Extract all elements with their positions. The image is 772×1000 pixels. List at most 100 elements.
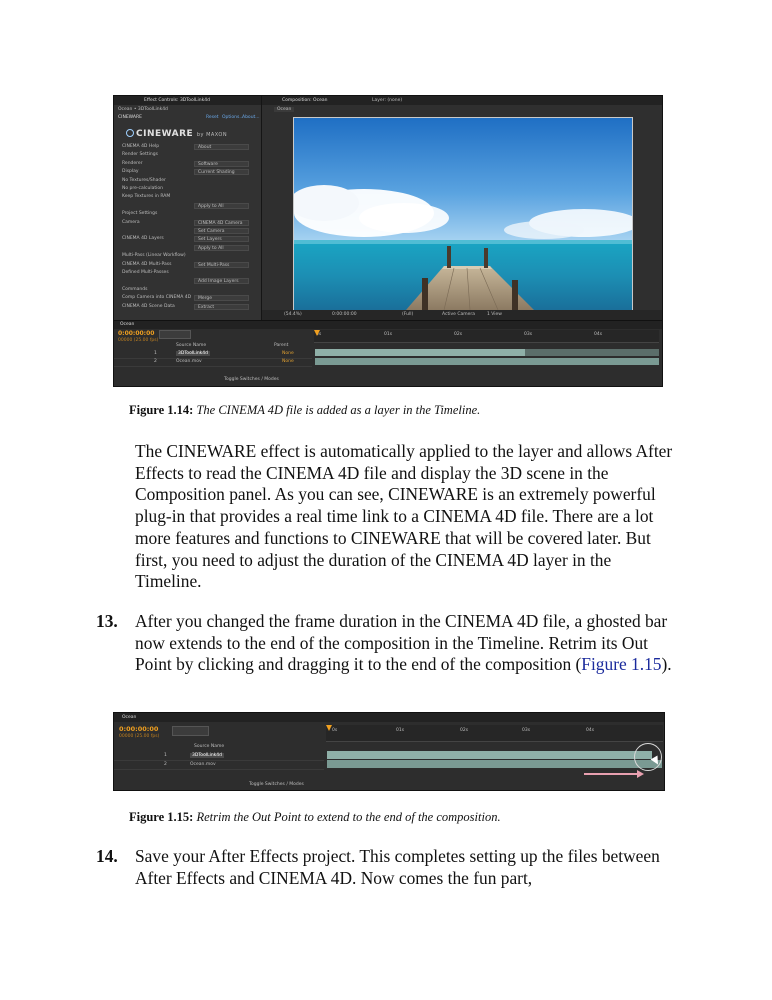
layer-bar-ocean[interactable] <box>327 760 662 768</box>
caption-text: Retrim the Out Point to extend to the en… <box>196 810 501 824</box>
setting-value[interactable]: Apply to All <box>194 244 249 251</box>
setting-row[interactable]: No Textures/Shader <box>122 178 257 185</box>
cineware-logo: CINEWARE by MAXON <box>126 129 227 139</box>
timeline-panel: Ocean 0:00:00:00 00000 (25.00 fps) Sourc… <box>114 320 662 386</box>
setting-row[interactable]: Apply to All <box>122 202 257 210</box>
ruler-label: 0s <box>332 728 338 733</box>
ruler-label: 01s <box>384 332 393 337</box>
setting-row[interactable]: CINEMA 4D Multi-Pass Set Multi-Pass <box>122 261 257 269</box>
layer-name[interactable]: Ocean.mov <box>176 359 202 364</box>
setting-value[interactable]: Set Camera <box>194 228 249 234</box>
cineware-logo-text: CINEWARE <box>136 129 194 139</box>
current-time[interactable]: 0:00:00:00 <box>119 725 158 733</box>
effect-link-reset[interactable]: Reset <box>206 115 219 120</box>
composition-tab[interactable]: Composition: Ocean <box>282 98 327 103</box>
layer-tab[interactable]: Layer: (none) <box>372 98 402 103</box>
layer-parent[interactable]: None <box>282 351 294 356</box>
setting-label: Commands <box>122 286 148 292</box>
layer-name[interactable]: Ocean.mov <box>190 762 216 767</box>
setting-row[interactable]: CINEMA 4D Help About <box>122 144 257 151</box>
time-ruler[interactable] <box>314 330 659 343</box>
composition-tab-bar: Composition: Ocean Layer: (none) <box>262 96 662 105</box>
setting-row[interactable]: CINEMA 4D Layers Set Layers <box>122 236 257 243</box>
step-number: 14. <box>96 846 118 866</box>
layer-parent[interactable]: None <box>282 359 294 364</box>
ghosted-bar[interactable] <box>525 349 659 356</box>
toggle-switches-modes[interactable]: Toggle Switches / Modes <box>249 782 304 787</box>
setting-row[interactable]: Defined Multi-Passes <box>122 270 257 277</box>
composition-viewer[interactable] <box>293 117 633 311</box>
setting-row[interactable]: Apply to All <box>122 244 257 252</box>
layer-number: 1 <box>164 753 167 758</box>
setting-label: CINEMA 4D Layers <box>122 236 164 242</box>
setting-value[interactable]: Software <box>194 160 249 167</box>
setting-value[interactable]: Merge <box>194 295 249 302</box>
search-input[interactable] <box>172 726 209 736</box>
viewer-camera[interactable]: Active Camera <box>442 312 475 317</box>
setting-row[interactable]: Add Image Layers <box>122 278 257 285</box>
layer-bar-3dtoollink[interactable] <box>315 349 525 356</box>
timeline-tab[interactable]: Ocean <box>120 322 134 327</box>
setting-value[interactable]: Set Multi-Pass <box>194 261 249 268</box>
figure-1-15-caption: Figure 1.15: Retrim the Out Point to ext… <box>129 810 501 825</box>
effect-link-about[interactable]: About... <box>242 115 260 120</box>
viewer-resolution[interactable]: (Full) <box>402 312 413 317</box>
timeline-tab-bar: Ocean <box>114 321 662 329</box>
viewer-time[interactable]: 0:00:00:00 <box>332 312 357 317</box>
setting-value[interactable]: Current Shading <box>194 169 249 176</box>
drag-arrow-icon <box>584 773 639 775</box>
viewer-toolbar: (54.4%) 0:00:00:00 (Full) Active Camera … <box>262 310 662 320</box>
setting-row[interactable]: Render Settings <box>122 152 257 159</box>
figure-1-14-caption: Figure 1.14: The CINEMA 4D file is added… <box>129 403 480 418</box>
toggle-switches-modes[interactable]: Toggle Switches / Modes <box>224 377 279 382</box>
setting-value[interactable]: CINEMA 4D Camera <box>194 219 249 226</box>
caption-text: The CINEMA 4D file is added as a layer i… <box>196 403 481 417</box>
viewer-zoom[interactable]: (54.4%) <box>284 312 302 317</box>
setting-row[interactable]: Renderer Software <box>122 160 257 168</box>
setting-row[interactable]: Keep Textures in RAM <box>122 194 257 201</box>
step-13-text: After you changed the frame duration in … <box>135 611 680 676</box>
setting-row[interactable]: Multi-Pass (Linear Workflow) <box>122 253 257 260</box>
composition-subtab[interactable]: Ocean <box>274 107 295 112</box>
setting-row[interactable]: No pre-calculation <box>122 186 257 193</box>
effect-controls-tab[interactable]: Effect Controls: 3DToolLink4d <box>144 98 210 103</box>
figure-1-15-link[interactable]: Figure 1.15 <box>581 654 661 674</box>
layer-name[interactable]: 3DToolLink4d <box>176 351 211 356</box>
setting-row[interactable]: Display Current Shading <box>122 169 257 176</box>
viewer-view[interactable]: 1 View <box>487 312 502 317</box>
parent-header: Parent <box>274 343 289 348</box>
ruler-label: 03s <box>522 728 531 733</box>
layer-row[interactable]: 2 Ocean.mov <box>114 760 324 770</box>
setting-row[interactable]: Camera CINEMA 4D Camera <box>122 219 257 227</box>
caption-label: Figure 1.14: <box>129 403 194 417</box>
setting-label: Display <box>122 169 139 175</box>
setting-value[interactable]: About <box>194 144 249 150</box>
current-time[interactable]: 0:00:00:00 <box>118 330 154 337</box>
setting-row[interactable]: Set Camera <box>122 228 257 235</box>
setting-row[interactable]: Commands <box>122 287 257 294</box>
setting-value[interactable]: Apply to All <box>194 202 249 209</box>
setting-value[interactable]: Extract <box>194 303 249 310</box>
effect-link-options[interactable]: Options... <box>222 115 244 120</box>
step-13-text-after: ). <box>661 654 672 675</box>
setting-label: Camera <box>122 219 140 225</box>
setting-value[interactable]: Add Image Layers <box>194 278 249 285</box>
search-input[interactable] <box>159 330 191 339</box>
cineware-logo-icon <box>126 129 134 137</box>
layer-row[interactable]: 2 Ocean.mov None <box>114 358 312 367</box>
setting-label: Comp Camera into CINEMA 4D <box>122 295 192 301</box>
ruler-label: 02s <box>454 332 463 337</box>
setting-label: No Textures/Shader <box>122 177 166 183</box>
layer-number: 1 <box>154 351 157 356</box>
time-ruler[interactable] <box>326 725 663 742</box>
timeline-tab[interactable]: Ocean <box>122 715 136 720</box>
setting-row[interactable]: CINEMA 4D Scene Data Extract <box>122 303 257 311</box>
layer-name[interactable]: 3DToolLink4d <box>190 753 225 758</box>
setting-value[interactable]: Set Layers <box>194 236 249 243</box>
effect-controls-tab-bar: Effect Controls: 3DToolLink4d <box>114 96 261 105</box>
effect-name[interactable]: CINEWARE <box>118 115 142 120</box>
setting-row[interactable]: Comp Camera into CINEMA 4D Merge <box>122 295 257 302</box>
layer-bar-3dtoollink[interactable] <box>327 751 652 759</box>
setting-row[interactable]: Project Settings <box>122 211 257 218</box>
layer-bar-ocean[interactable] <box>315 358 659 365</box>
